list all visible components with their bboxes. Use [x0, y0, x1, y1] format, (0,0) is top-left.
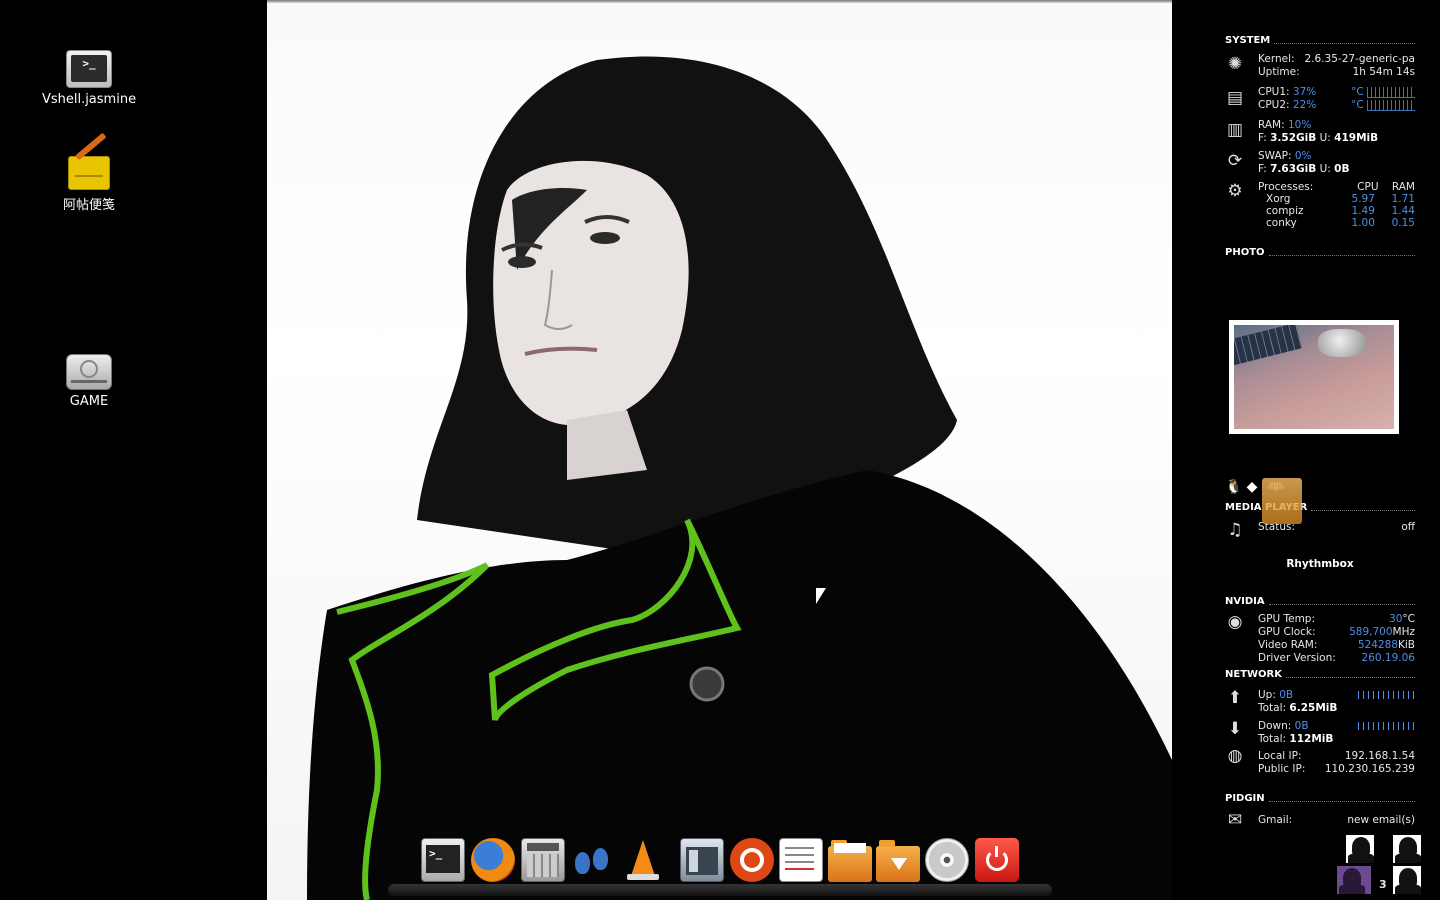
- vram-row: Video RAM: 524288KiB: [1258, 639, 1415, 651]
- dock: >_: [388, 834, 1052, 900]
- swap-detail-row: F: 7.63GiB U: 0B: [1258, 163, 1350, 175]
- cd-icon[interactable]: [925, 838, 969, 882]
- desktop-icon-label: 阿帖便笺: [62, 198, 115, 213]
- cpu1-row: CPU1: 37% °C: [1258, 86, 1415, 98]
- terminal-icon: >_: [66, 50, 112, 88]
- network-section-title: NETWORK: [1225, 669, 1415, 680]
- download-arrow-icon: ⬇: [1227, 719, 1243, 739]
- desktop-icon-vshell[interactable]: >_ Vshell.jasmine: [29, 44, 149, 107]
- message-count-badge: 3: [1379, 878, 1387, 891]
- wallpaper-portrait: [307, 56, 1172, 900]
- buddy-avatar[interactable]: [1393, 866, 1421, 894]
- process-row: conky 1.00 0.15: [1266, 217, 1415, 229]
- photo-section-title: PHOTO: [1225, 247, 1415, 258]
- desktop-icon-label: GAME: [69, 394, 109, 409]
- vlc-icon[interactable]: [621, 838, 665, 882]
- wallpaper: [267, 0, 1172, 900]
- ubuntu-logo-icon: ✺: [1227, 54, 1243, 74]
- ram-icon: ▥: [1226, 120, 1244, 140]
- calculator-icon[interactable]: [521, 838, 565, 882]
- buddy-avatar-active[interactable]: [1337, 866, 1371, 894]
- downloads-folder-icon[interactable]: [876, 840, 920, 882]
- gears-icon: ⚙: [1227, 181, 1243, 201]
- tux-icon: 🐧: [1225, 479, 1243, 495]
- text-editor-icon[interactable]: [779, 838, 823, 882]
- gpu-clock-row: GPU Clock: 589,700MHz: [1258, 626, 1415, 638]
- window-manager-icon[interactable]: [680, 838, 724, 882]
- firefox-icon[interactable]: [471, 838, 515, 882]
- system-section-title: SYSTEM: [1225, 35, 1415, 46]
- public-ip-row: Public IP: 110.230.165.239: [1258, 763, 1415, 775]
- mouse-cursor-icon: [815, 587, 827, 605]
- ram-row: RAM: 10%: [1258, 119, 1312, 131]
- cpu2-row: CPU2: 22% °C: [1258, 99, 1415, 111]
- ram-detail-row: F: 3.52GiB U: 419MiB: [1258, 132, 1379, 144]
- upload-arrow-icon: ⬆: [1227, 688, 1243, 708]
- ubuntu-icon[interactable]: [730, 838, 774, 882]
- nvidia-eye-icon: ◉: [1227, 612, 1243, 632]
- music-note-icon: ♫: [1227, 520, 1243, 540]
- cpu1-graph: [1367, 86, 1415, 98]
- local-ip-row: Local IP: 192.168.1.54: [1258, 750, 1415, 762]
- nvidia-section-title: NVIDIA: [1225, 596, 1415, 607]
- dragged-icon-ghost: [1262, 478, 1302, 524]
- media-section-title: MEDIA PLAYER: [1225, 502, 1415, 513]
- power-icon[interactable]: [975, 838, 1019, 882]
- desktop-icon-label: Vshell.jasmine: [41, 92, 137, 107]
- kernel-row: Kernel: 2.6.35-27-generic-pa: [1258, 53, 1415, 65]
- upload-total-row: Total: 6.25MiB: [1258, 702, 1338, 714]
- cpu-icon: ▤: [1226, 88, 1244, 108]
- process-row: compiz 1.49 1.44: [1266, 205, 1415, 217]
- gnome-foot-icon[interactable]: [571, 838, 615, 882]
- desktop-icon-sticky-notes[interactable]: 阿帖便笺: [29, 132, 149, 213]
- download-graph: [1358, 722, 1415, 730]
- uptime-row: Uptime: 1h 54m 14s: [1258, 66, 1415, 78]
- mail-icon: ✉: [1227, 810, 1243, 830]
- download-total-row: Total: 112MiB: [1258, 733, 1334, 745]
- superman-icon: ◆: [1246, 479, 1258, 495]
- process-row: Xorg 5.97 1.71: [1266, 193, 1415, 205]
- media-player-name: Rhythmbox: [1286, 558, 1354, 570]
- upload-graph: [1358, 691, 1415, 699]
- pidgin-section-title: PIDGIN: [1225, 793, 1415, 804]
- folder-icon[interactable]: [828, 840, 872, 882]
- desktop-icon-game-drive[interactable]: GAME: [29, 344, 149, 409]
- processes-header-row: Processes: CPU RAM: [1258, 181, 1415, 193]
- cpu2-graph: [1367, 99, 1415, 111]
- swap-icon: ⟳: [1227, 151, 1243, 171]
- gpu-temp-row: GPU Temp: 30°C: [1258, 613, 1415, 625]
- dock-shelf: [388, 884, 1052, 896]
- terminal-icon[interactable]: >_: [421, 838, 465, 882]
- globe-icon: ◍: [1227, 746, 1243, 766]
- swap-row: SWAP: 0%: [1258, 150, 1312, 162]
- driver-row: Driver Version: 260.19.06: [1258, 652, 1415, 664]
- buddy-avatar[interactable]: [1346, 835, 1374, 863]
- photo-frame: [1229, 320, 1399, 434]
- notes-icon: [68, 132, 110, 190]
- buddy-avatar[interactable]: [1393, 835, 1421, 863]
- gmail-row: Gmail: new email(s): [1258, 814, 1415, 826]
- hard-drive-icon: [66, 354, 112, 390]
- space-station-photo: [1234, 325, 1394, 429]
